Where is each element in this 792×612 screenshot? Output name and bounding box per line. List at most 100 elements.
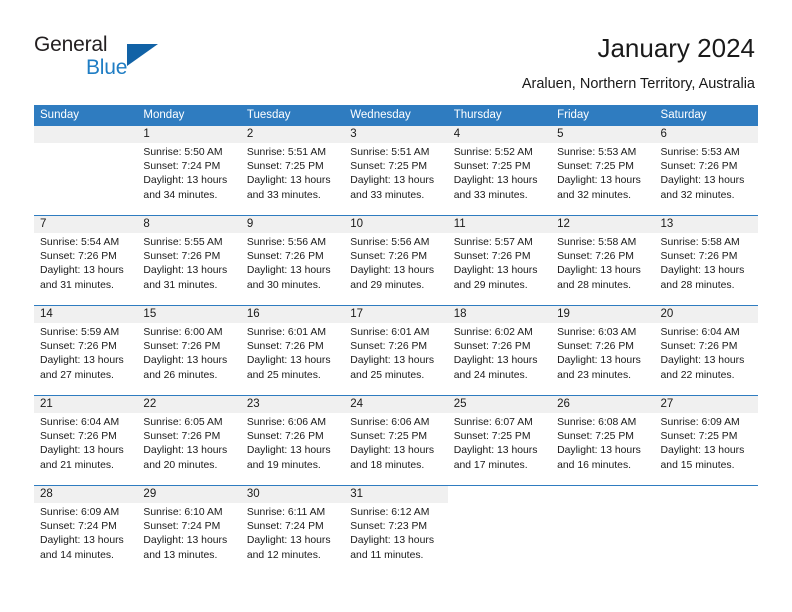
day-cell[interactable]: 30 Sunrise: 6:11 AM Sunset: 7:24 PM Dayligh… [240,486,345,575]
day-detail-line: Daylight: 13 hours [557,175,641,187]
page-title: January 2024 [597,33,755,63]
day-cell[interactable]: 17 Sunrise: 6:01 AM Sunset: 7:26 PM Dayligh… [344,306,448,395]
day-cell[interactable]: 9 Sunrise: 5:56 AM Sunset: 7:26 PM Daylight… [240,216,345,305]
day-detail-line: Sunrise: 6:09 AM [40,507,120,518]
day-detail-line: Sunset: 7:24 PM [40,521,117,533]
weekday-header-thursday: Thursday [453,109,502,121]
day-number [34,126,138,143]
day-detail-line: Sunrise: 5:50 AM [143,147,223,158]
day-detail-line: Daylight: 13 hours [40,355,124,367]
day-cell[interactable]: 3 Sunrise: 5:51 AM Sunset: 7:25 PM Daylight… [344,126,448,215]
day-detail-line: and 11 minutes. [350,549,424,561]
day-number: 23 [240,396,345,413]
day-cell[interactable]: 16 Sunrise: 6:01 AM Sunset: 7:26 PM Dayligh… [240,306,345,395]
day-cell[interactable]: 7 Sunrise: 5:54 AM Sunset: 7:26 PM Daylight… [34,216,138,305]
day-cell[interactable]: 22 Sunrise: 6:05 AM Sunset: 7:26 PM Dayligh… [137,396,241,485]
day-detail-line: Sunrise: 6:11 AM [246,507,326,518]
day-cell[interactable]: 25 Sunrise: 6:07 AM Sunset: 7:25 PM Dayligh… [447,396,552,485]
weekday-header-sunday: Sunday [40,109,80,121]
day-detail-line: and 32 minutes. [557,189,632,201]
day-detail-line: Sunrise: 5:53 AM [660,147,740,158]
day-detail-line: and 17 minutes. [453,459,528,471]
day-detail-line: Sunset: 7:25 PM [557,431,634,443]
day-cell[interactable]: 13 Sunrise: 5:58 AM Sunset: 7:26 PM Dayligh… [654,216,758,305]
day-cell[interactable]: 31 Sunrise: 6:12 AM Sunset: 7:23 PM Dayligh… [344,486,448,575]
day-detail-line: and 22 minutes. [660,369,735,381]
calendar-week-row: 28 Sunrise: 6:09 AM Sunset: 7:24 PM Dayligh… [34,485,758,575]
day-details: Sunrise: 6:03 AM Sunset: 7:26 PM Daylight:… [551,323,654,383]
day-detail-line: Sunrise: 6:01 AM [350,327,430,338]
day-detail-line: and 27 minutes. [40,369,114,381]
day-detail-line: Daylight: 13 hours [143,445,228,457]
day-detail-line: Sunrise: 6:01 AM [246,327,326,338]
day-cell[interactable]: 11 Sunrise: 5:57 AM Sunset: 7:26 PM Dayligh… [447,216,552,305]
day-detail-line: and 23 minutes. [557,369,632,381]
day-cell[interactable]: 15 Sunrise: 6:00 AM Sunset: 7:26 PM Dayligh… [137,306,241,395]
day-detail-line: Daylight: 13 hours [453,445,538,457]
day-cell-empty [34,126,138,215]
day-detail-line: and 25 minutes. [350,369,425,381]
day-detail-line: Sunset: 7:25 PM [557,161,634,173]
page-subtitle: Araluen, Northern Territory, Australia [521,76,755,92]
day-cell[interactable]: 29 Sunrise: 6:10 AM Sunset: 7:24 PM Dayligh… [137,486,241,575]
day-detail-line: Daylight: 13 hours [453,355,538,367]
day-detail-line: Sunrise: 6:07 AM [453,417,533,428]
day-detail-line: Sunset: 7:26 PM [350,251,428,263]
day-cell[interactable]: 28 Sunrise: 6:09 AM Sunset: 7:24 PM Dayligh… [34,486,138,575]
day-details: Sunrise: 5:59 AM Sunset: 7:26 PM Daylight:… [34,323,137,383]
day-cell[interactable]: 4 Sunrise: 5:52 AM Sunset: 7:25 PM Daylight… [447,126,552,215]
day-detail-line: Daylight: 13 hours [453,265,538,277]
day-details: Sunrise: 6:09 AM Sunset: 7:25 PM Daylight:… [655,413,758,473]
day-cell[interactable]: 21 Sunrise: 6:04 AM Sunset: 7:26 PM Dayligh… [34,396,138,485]
day-number: 7 [34,216,138,233]
day-detail-line: Daylight: 13 hours [660,355,745,367]
day-details [655,503,758,506]
day-details: Sunrise: 5:56 AM Sunset: 7:26 PM Daylight:… [241,233,344,293]
day-details: Sunrise: 6:06 AM Sunset: 7:26 PM Daylight:… [241,413,344,473]
day-details: Sunrise: 5:52 AM Sunset: 7:25 PM Daylight:… [448,143,551,203]
day-detail-line: Daylight: 13 hours [40,445,124,457]
day-cell[interactable]: 1 Sunrise: 5:50 AM Sunset: 7:24 PM Daylight… [137,126,241,215]
day-cell[interactable]: 12 Sunrise: 5:58 AM Sunset: 7:26 PM Dayligh… [551,216,655,305]
day-number: 22 [137,396,241,413]
day-detail-line: and 34 minutes. [143,189,218,201]
day-number: 25 [447,396,552,413]
day-detail-line: Daylight: 13 hours [246,355,331,367]
day-cell[interactable]: 8 Sunrise: 5:55 AM Sunset: 7:26 PM Daylight… [137,216,241,305]
day-detail-line: Sunset: 7:26 PM [660,161,738,173]
day-cell[interactable]: 18 Sunrise: 6:02 AM Sunset: 7:26 PM Dayligh… [447,306,552,395]
day-cell[interactable]: 2 Sunrise: 5:51 AM Sunset: 7:25 PM Daylight… [240,126,345,215]
day-detail-line: Daylight: 13 hours [143,355,228,367]
day-cell[interactable]: 23 Sunrise: 6:06 AM Sunset: 7:26 PM Dayligh… [240,396,345,485]
day-cell[interactable]: 26 Sunrise: 6:08 AM Sunset: 7:25 PM Dayligh… [551,396,655,485]
day-detail-line: and 31 minutes. [143,279,218,291]
day-detail-line: Daylight: 13 hours [40,535,124,547]
day-number: 29 [137,486,241,503]
day-detail-line: Sunset: 7:26 PM [40,431,117,443]
day-cell[interactable]: 24 Sunrise: 6:06 AM Sunset: 7:25 PM Dayligh… [344,396,448,485]
day-detail-line: Sunset: 7:26 PM [557,251,634,263]
brand-logo[interactable]: General Blue [34,33,234,87]
day-detail-line: Sunset: 7:26 PM [350,341,428,353]
day-detail-line: Sunset: 7:24 PM [246,521,324,533]
day-cell[interactable]: 14 Sunrise: 5:59 AM Sunset: 7:26 PM Dayligh… [34,306,138,395]
day-detail-line: Sunrise: 5:53 AM [557,147,637,158]
day-cell[interactable]: 10 Sunrise: 5:56 AM Sunset: 7:26 PM Dayligh… [344,216,448,305]
day-cell[interactable]: 5 Sunrise: 5:53 AM Sunset: 7:25 PM Daylight… [551,126,655,215]
day-cell[interactable]: 19 Sunrise: 6:03 AM Sunset: 7:26 PM Dayligh… [551,306,655,395]
day-detail-line: and 28 minutes. [557,279,632,291]
calendar-week-cells: 28 Sunrise: 6:09 AM Sunset: 7:24 PM Dayligh… [34,486,758,575]
day-cell[interactable]: 27 Sunrise: 6:09 AM Sunset: 7:25 PM Dayligh… [654,396,758,485]
day-detail-line: Sunrise: 5:51 AM [246,147,326,158]
day-detail-line: Sunrise: 5:55 AM [143,237,223,248]
day-cell[interactable]: 6 Sunrise: 5:53 AM Sunset: 7:26 PM Daylight… [654,126,758,215]
day-detail-line: Sunset: 7:25 PM [453,161,531,173]
day-cell[interactable]: 20 Sunrise: 6:04 AM Sunset: 7:26 PM Dayligh… [654,306,758,395]
day-detail-line: and 33 minutes. [453,189,528,201]
day-detail-line: Daylight: 13 hours [350,355,435,367]
day-detail-line: Daylight: 13 hours [660,175,745,187]
day-number: 20 [654,306,758,323]
day-detail-line: and 28 minutes. [660,279,735,291]
weekday-header-friday: Friday [557,109,590,121]
calendar-week-row: 7 Sunrise: 5:54 AM Sunset: 7:26 PM Daylight… [34,215,758,305]
